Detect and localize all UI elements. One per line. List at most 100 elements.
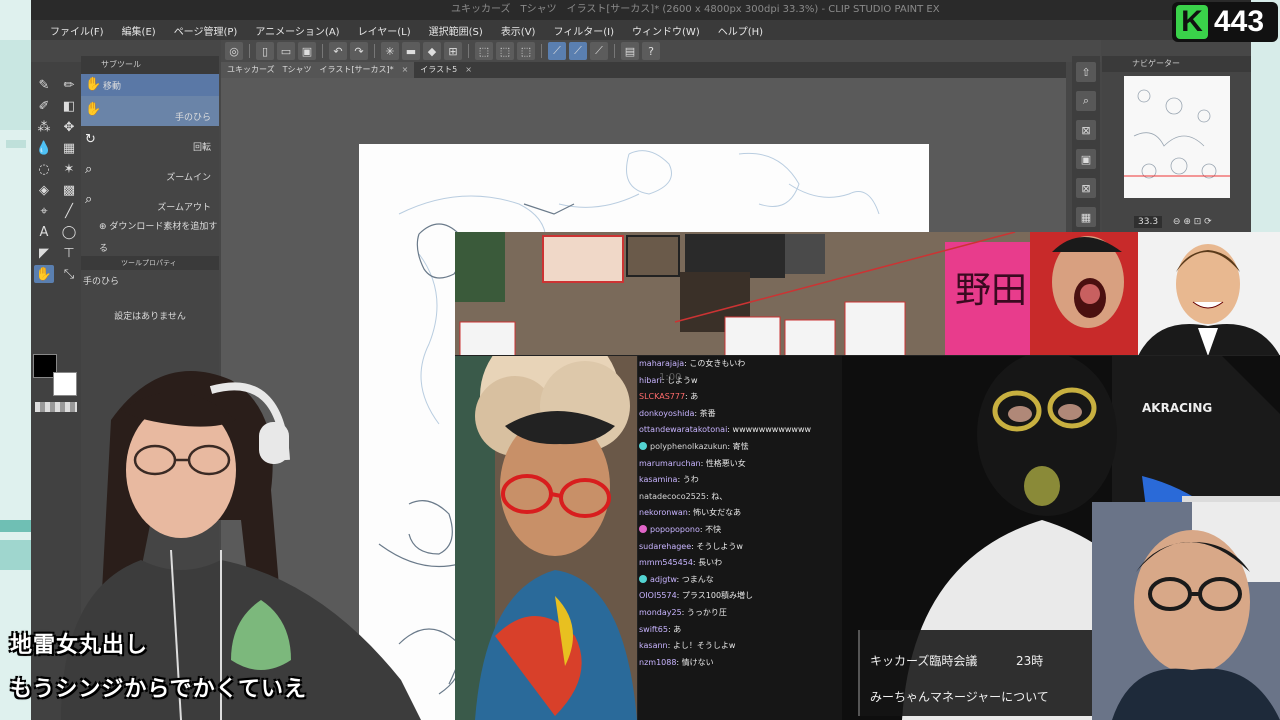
close-panel-icon[interactable]: ⊠: [1076, 120, 1096, 140]
zoom-buttons-icon[interactable]: ⊖ ⊕ ⊡ ⟳: [1169, 216, 1216, 228]
chat-username[interactable]: natadecoco2525: [639, 492, 706, 501]
chat-username[interactable]: marumaruchan: [639, 459, 701, 468]
menu-animation[interactable]: アニメーション(A): [246, 23, 348, 38]
menu-help[interactable]: ヘルプ(H): [709, 23, 772, 38]
chat-username[interactable]: polyphenolkazukun: [650, 442, 727, 451]
text-icon[interactable]: A: [34, 223, 54, 241]
special-ruler-snap-icon[interactable]: ⟋: [569, 42, 587, 60]
subtool-item-zoom-in[interactable]: ⌕ ズームイン: [81, 156, 219, 186]
menu-window[interactable]: ウィンドウ(W): [623, 23, 709, 38]
selection-icon[interactable]: ⬚: [517, 42, 535, 60]
navigator-zoom[interactable]: 33.3 ⊖ ⊕ ⊡ ⟳: [1106, 216, 1216, 228]
chat-text: 情けない: [681, 657, 714, 667]
close-icon[interactable]: ×: [402, 65, 409, 74]
undo-icon[interactable]: ↶: [329, 42, 347, 60]
chat-username[interactable]: popopopono: [650, 525, 700, 534]
lasso-icon[interactable]: ◌: [34, 160, 54, 178]
badge-icon: [639, 441, 647, 450]
menu-page[interactable]: ページ管理(P): [165, 23, 247, 38]
chat-message: natadecoco2525: ね、: [637, 489, 842, 506]
chat-username[interactable]: ottandewaratakotonai: [639, 425, 727, 434]
chat-username[interactable]: SLCKAS777: [639, 392, 685, 401]
object-select-icon[interactable]: ⌖: [34, 202, 54, 220]
subtool-item-move[interactable]: ✋ 移動: [81, 74, 219, 96]
menu-view[interactable]: 表示(V): [492, 23, 545, 38]
selection-icon[interactable]: ⬚: [496, 42, 514, 60]
menu-layer[interactable]: レイヤー(L): [349, 23, 420, 38]
pencil-icon[interactable]: ✏: [59, 76, 79, 94]
tool-property-empty: 設定はありません: [114, 312, 186, 322]
menu-edit[interactable]: 編集(E): [113, 23, 165, 38]
chat-username[interactable]: OIOI5574: [639, 591, 677, 600]
chat-username[interactable]: maharajaja: [639, 359, 684, 368]
meeting-caption-box: キッカーズ臨時会議 23時 みーちゃんマネージャーについて: [858, 630, 1092, 716]
document-tab-label: ユキッカーズ Tシャツ イラスト[サーカス]*: [227, 65, 394, 74]
open-folder-icon[interactable]: ▭: [277, 42, 295, 60]
gradient-icon[interactable]: ▩: [59, 181, 79, 199]
chat-username[interactable]: nzm1088: [639, 658, 676, 667]
chat-username[interactable]: kasann: [639, 641, 668, 650]
decoration-icon[interactable]: ⁂: [34, 118, 54, 136]
hand-icon[interactable]: ✋: [34, 265, 54, 283]
menu-selection[interactable]: 選択範囲(S): [420, 23, 492, 38]
clip-studio-icon[interactable]: ◎: [225, 42, 243, 60]
chat-username[interactable]: adjgtw: [650, 575, 677, 584]
chat-text: あ: [690, 392, 699, 402]
close-icon[interactable]: ×: [465, 65, 472, 74]
chat-text: プラス100積み増し: [681, 591, 754, 601]
menu-file[interactable]: ファイル(F): [41, 23, 113, 38]
clear-icon[interactable]: ▬: [402, 42, 420, 60]
subtool-item-rotate[interactable]: ↻ 回転: [81, 126, 219, 156]
transform-icon[interactable]: ⊞: [444, 42, 462, 60]
document-tab-illust5[interactable]: イラスト5 ×: [414, 62, 478, 78]
fill-icon[interactable]: ◆: [423, 42, 441, 60]
move-layer-icon[interactable]: ✥: [59, 118, 79, 136]
navigator-tab[interactable]: ナビゲーター: [1102, 56, 1251, 72]
chat-username[interactable]: nekoronwan: [639, 508, 688, 517]
chat-username[interactable]: sudarehagee: [639, 542, 691, 551]
layer-icon[interactable]: ▣: [1076, 149, 1096, 169]
blend-icon[interactable]: 💧: [34, 139, 54, 157]
chat-text: 寄怯: [732, 441, 749, 451]
balloon-icon[interactable]: ◯: [59, 223, 79, 241]
chat-username[interactable]: monday25: [639, 608, 682, 617]
chat-username[interactable]: kasamina: [639, 475, 677, 484]
chat-text: うわ: [682, 475, 699, 485]
eyedropper-icon[interactable]: ⤡: [59, 265, 79, 283]
live-chat[interactable]: 1:00 maharajaja: この女きもいわ hibari: しようw SLCK…: [637, 356, 842, 720]
redo-icon[interactable]: ↷: [350, 42, 368, 60]
chat-username[interactable]: swift65: [639, 625, 668, 634]
loading-icon[interactable]: ✳: [381, 42, 399, 60]
magic-wand-icon[interactable]: ✶: [59, 160, 79, 178]
ruler-snap-icon[interactable]: ⟋: [548, 42, 566, 60]
new-file-icon[interactable]: ▯: [256, 42, 274, 60]
frame-icon[interactable]: ▦: [59, 139, 79, 157]
separator: [249, 44, 250, 58]
menu-filter[interactable]: フィルター(I): [544, 23, 623, 38]
correct-line-icon[interactable]: ◤: [34, 244, 54, 262]
brush-icon[interactable]: ✐: [34, 97, 54, 115]
subtool-tab[interactable]: サブツール: [81, 56, 219, 74]
add-material-button[interactable]: ⊕ ダウンロード素材を追加する: [81, 216, 219, 254]
close-panel-icon[interactable]: ⊠: [1076, 178, 1096, 198]
line-icon[interactable]: ╱: [59, 202, 79, 220]
document-tab-circus[interactable]: ユキッカーズ Tシャツ イラスト[サーカス]* ×: [221, 62, 415, 78]
fill-bucket-icon[interactable]: ◈: [34, 181, 54, 199]
subtool-item-hand[interactable]: ✋ 手のひら: [81, 96, 219, 126]
search-icon[interactable]: ⌕: [1076, 91, 1096, 111]
pen-icon[interactable]: ✎: [34, 76, 54, 94]
chat-username[interactable]: mmm545454: [639, 558, 693, 567]
eraser-icon[interactable]: ◧: [59, 97, 79, 115]
selection-icon[interactable]: ⬚: [475, 42, 493, 60]
help-icon[interactable]: ?: [642, 42, 660, 60]
navigator-thumbnail[interactable]: [1124, 76, 1230, 198]
ruler-icon[interactable]: ⊤: [59, 244, 79, 262]
subtool-label: 回転: [192, 143, 211, 153]
save-icon[interactable]: ▣: [298, 42, 316, 60]
material-icon[interactable]: ⇧: [1076, 62, 1096, 82]
grid-snap-icon[interactable]: ⟋: [590, 42, 608, 60]
layer-settings-icon[interactable]: ▤: [621, 42, 639, 60]
grid-icon[interactable]: ▦: [1076, 207, 1096, 227]
subtool-item-zoom-out[interactable]: ⌕ ズームアウト: [81, 186, 219, 216]
chat-username[interactable]: donkoyoshida: [639, 409, 694, 418]
